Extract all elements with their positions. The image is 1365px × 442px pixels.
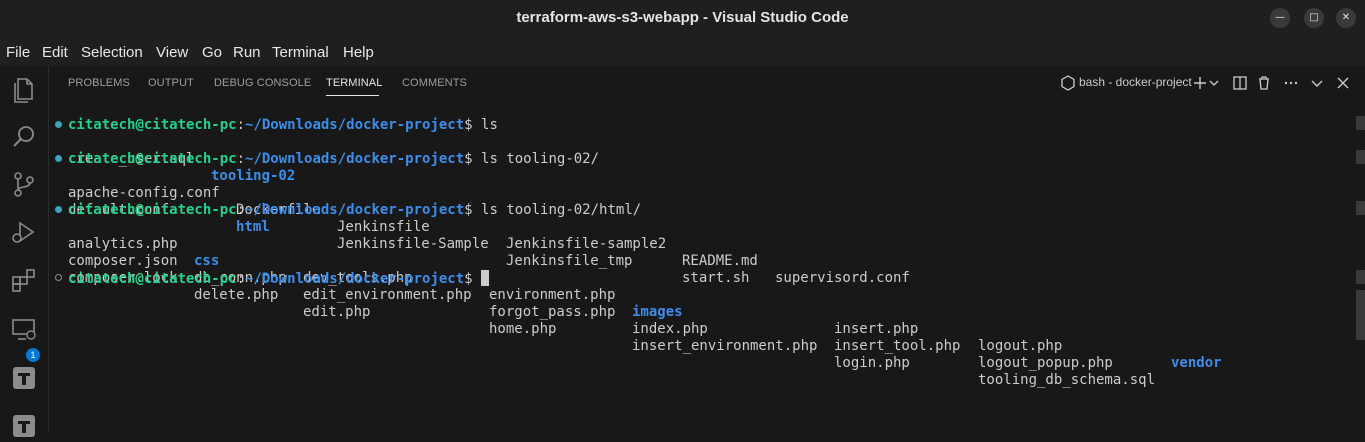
chevron-down-icon[interactable]	[1208, 74, 1220, 92]
tab-comments[interactable]: COMMENTS	[402, 77, 467, 89]
menu-terminal[interactable]: Terminal	[272, 44, 329, 61]
prompt-line: citatech@citatech-pc:~/Downloads/docker-…	[68, 202, 642, 218]
tab-problems[interactable]: PROBLEMS	[68, 77, 130, 89]
output-line: create_user.sql tooling-02	[68, 151, 296, 184]
tab-terminal[interactable]: TERMINAL	[326, 77, 382, 89]
trash-icon[interactable]	[1255, 74, 1273, 92]
output-line: composer.lock delete.php edit.php home.p…	[68, 270, 1156, 388]
title-bar: terraform-aws-s3-webapp - Visual Studio …	[0, 0, 1365, 37]
terminal-output[interactable]: citatech@citatech-pc:~/Downloads/docker-…	[48, 112, 1351, 431]
output-line: analytics.php css dev_tools.php environm…	[68, 236, 1222, 371]
terminal-profile-icon	[1061, 75, 1075, 91]
menu-bar: File Edit Selection View Go Run Terminal…	[0, 37, 1365, 66]
extensions-badge: 1	[26, 348, 40, 362]
scrollbar-marker	[1356, 116, 1365, 130]
explorer-icon[interactable]	[8, 74, 40, 106]
extensions-icon[interactable]	[8, 264, 40, 296]
tab-output[interactable]: OUTPUT	[148, 77, 194, 89]
output-line: composer.json db_conn.php edit_environme…	[68, 253, 1113, 371]
maximize-icon[interactable]: □	[1304, 8, 1324, 28]
scrollbar-thumb[interactable]	[1356, 290, 1365, 340]
search-icon[interactable]	[8, 121, 40, 153]
menu-run[interactable]: Run	[233, 44, 261, 61]
scrollbar-marker	[1356, 270, 1365, 284]
split-terminal-icon[interactable]	[1231, 74, 1249, 92]
minimize-icon[interactable]: —	[1270, 8, 1290, 28]
menu-selection[interactable]: Selection	[81, 44, 143, 61]
terraform-cloud-icon[interactable]	[8, 410, 40, 442]
run-debug-icon[interactable]	[8, 216, 40, 248]
command-success-dot[interactable]	[55, 121, 62, 128]
remote-explorer-icon[interactable]	[8, 313, 40, 345]
maximize-panel-icon[interactable]	[1308, 74, 1326, 92]
window-title: terraform-aws-s3-webapp - Visual Studio …	[516, 9, 849, 26]
activity-bar: 1	[0, 66, 49, 437]
menu-file[interactable]: File	[6, 44, 30, 61]
tab-debug-console[interactable]: DEBUG CONSOLE	[214, 77, 311, 89]
prompt-line: citatech@citatech-pc:~/Downloads/docker-…	[68, 117, 498, 133]
prompt-line: citatech@citatech-pc:~/Downloads/docker-…	[68, 270, 490, 287]
prompt-line: citatech@citatech-pc:~/Downloads/docker-…	[68, 151, 600, 167]
output-line: apache-config.conf Dockerfile Jenkinsfil…	[68, 185, 910, 286]
terraform-icon[interactable]	[8, 362, 40, 394]
close-icon[interactable]: ✕	[1336, 8, 1356, 28]
scrollbar-marker	[1356, 150, 1365, 164]
active-tab-indicator	[326, 95, 379, 96]
close-panel-icon[interactable]	[1334, 74, 1352, 92]
command-pending-dot[interactable]	[55, 274, 62, 281]
more-actions-icon[interactable]	[1282, 74, 1300, 92]
output-line: default.conf html Jenkinsfile-Sample Jen…	[68, 202, 750, 286]
command-success-dot[interactable]	[55, 206, 62, 213]
scrollbar-marker	[1356, 201, 1365, 215]
menu-go[interactable]: Go	[202, 44, 222, 61]
terminal-cursor	[481, 270, 490, 286]
menu-view[interactable]: View	[156, 44, 188, 61]
terminal-instance-label[interactable]: bash - docker-project	[1079, 75, 1192, 89]
new-terminal-icon[interactable]	[1191, 74, 1209, 92]
command-success-dot[interactable]	[55, 155, 62, 162]
source-control-icon[interactable]	[8, 168, 40, 200]
menu-edit[interactable]: Edit	[42, 44, 68, 61]
menu-help[interactable]: Help	[343, 44, 374, 61]
